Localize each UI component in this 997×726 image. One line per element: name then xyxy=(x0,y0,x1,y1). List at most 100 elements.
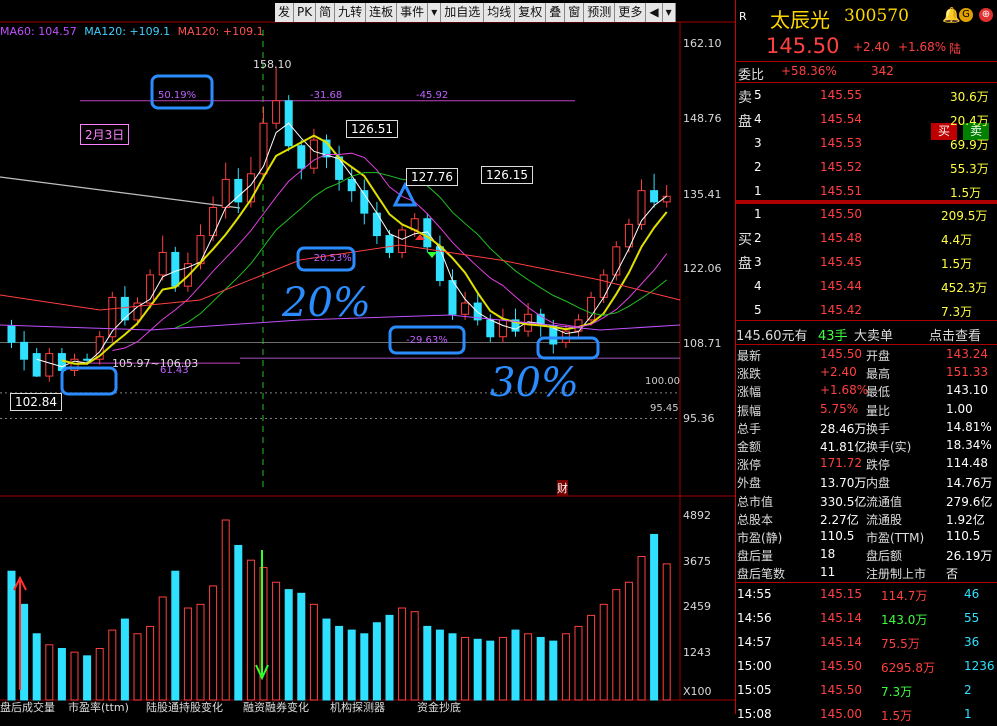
toolbar-item[interactable]: 简 xyxy=(316,3,336,22)
volume-bar xyxy=(372,622,381,701)
toolbar-item[interactable]: PK xyxy=(294,3,317,22)
chart-bg xyxy=(0,0,735,714)
toolbar-item[interactable]: 复权 xyxy=(515,3,547,22)
candle-body xyxy=(448,280,457,315)
stat-label: 盘后笔数 xyxy=(737,567,786,582)
volume-bar xyxy=(347,629,356,701)
big-order-price: 145.60元有 xyxy=(736,329,808,344)
volume-bar xyxy=(183,607,192,701)
volume-bar xyxy=(448,633,457,701)
volume-bar xyxy=(322,618,331,701)
weibi-row: 委比 +58.36% 342 买 卖 xyxy=(736,61,997,140)
bottom-tab[interactable]: 机构探测器 xyxy=(330,702,385,714)
bottom-tab[interactable]: 盘后成交量 xyxy=(0,702,55,714)
handwritten-20pct: 20% xyxy=(282,280,371,326)
stat-value: 110.5 xyxy=(946,529,981,543)
price-axis-label: 162.10 xyxy=(683,37,722,50)
volume-bar xyxy=(272,581,281,701)
stat-value: 18.34% xyxy=(946,438,992,452)
ma60-value: MA60: 104.57 xyxy=(0,25,77,38)
volume-bar xyxy=(385,614,394,701)
price-annotation: 102.84 xyxy=(10,393,62,411)
toolbar-item[interactable]: 发 xyxy=(275,3,295,22)
volume-bar xyxy=(20,603,29,701)
quote-panel: R 太辰光 300570 🔔 G ⊕ 145.50 +2.40 +1.68% 陆… xyxy=(735,0,997,723)
stat-value: 110.5 xyxy=(820,529,855,543)
toolbar-item[interactable]: 九转 xyxy=(335,3,367,22)
quote-row: 盘后笔数 11 注册制上市 否 xyxy=(736,561,997,584)
bid-volume: 452.3万 xyxy=(941,281,988,295)
volume-bar xyxy=(95,647,104,701)
toolbar-item[interactable]: 均线 xyxy=(484,3,516,22)
tick-volume: 1.5万 xyxy=(881,709,913,723)
toolbar-item[interactable]: 连板 xyxy=(366,3,398,22)
chart-toolbar: 发 PK 简 九转 连板 事件 ▾ 加自选 均线 复权 叠 窗 预测 更多 ◀ … xyxy=(275,3,676,22)
bid-level: 3 xyxy=(754,255,762,269)
candle-body xyxy=(209,207,218,237)
big-order-label: 大卖单 xyxy=(854,329,894,344)
quote-row: 1 145.50 209.5万 xyxy=(736,203,997,226)
ask-volume: 20.4万 xyxy=(950,114,989,128)
price-axis-label: 135.41 xyxy=(683,188,722,201)
volume-bar xyxy=(7,570,16,701)
volume-bar xyxy=(549,640,558,701)
tick-volume: 7.3万 xyxy=(881,685,913,699)
volume-axis-label: 3675 xyxy=(683,555,711,568)
bell-icon[interactable]: 🔔 xyxy=(942,6,961,24)
volume-bar xyxy=(209,585,218,701)
quote-row: 15:08 145.00 1.5万 1 xyxy=(736,703,997,726)
toolbar-item[interactable]: 更多 xyxy=(615,3,647,22)
volume-bar xyxy=(146,625,155,701)
volume-axis-label: 1243 xyxy=(683,646,711,659)
pct-label: -29.63% xyxy=(406,335,448,346)
ask-price: 145.52 xyxy=(820,160,862,174)
bid-price: 145.44 xyxy=(820,279,862,293)
toolbar-item[interactable]: 预测 xyxy=(584,3,616,22)
volume-bar xyxy=(637,556,646,701)
quote-row: 14:57 145.14 75.5万 36 xyxy=(736,631,997,654)
bottom-tab[interactable]: 市盈率(ttm) xyxy=(68,702,129,714)
big-order-link[interactable]: 点击查看 xyxy=(929,325,981,344)
info-icon[interactable]: ⊕ xyxy=(979,8,993,22)
stat-value: 145.50 xyxy=(820,347,862,361)
toolbar-item[interactable]: ▾ xyxy=(428,3,442,22)
toolbar-item[interactable]: 事件 xyxy=(397,3,429,22)
toolbar-item[interactable]: 加自选 xyxy=(441,3,485,22)
bottom-tab[interactable]: 陆股通持股变化 xyxy=(146,702,223,714)
stat-value: 否 xyxy=(946,567,959,582)
ask-level: 1 xyxy=(754,184,762,198)
settings-icon[interactable]: G xyxy=(959,8,973,22)
stat-value: 5.75% xyxy=(820,401,859,416)
pct-label: 50.19% xyxy=(158,90,197,101)
finance-marker[interactable]: 财 xyxy=(557,480,568,496)
ask-volume: 30.6万 xyxy=(950,90,989,104)
volume-bar xyxy=(246,559,255,701)
candle-body xyxy=(32,353,41,377)
toolbar-item[interactable]: 窗 xyxy=(565,3,585,22)
volume-bar xyxy=(360,633,369,701)
quote-row: 2 145.48 4.4万 xyxy=(736,227,997,250)
volume-bar xyxy=(196,603,205,701)
price-summary: 145.50 +2.40 +1.68% 陆 xyxy=(736,34,997,61)
volume-bar xyxy=(70,651,79,701)
hk-connect-tag: 陆 xyxy=(949,42,962,56)
pct-label: -45.92 xyxy=(416,90,449,101)
stat-value: 143.10 xyxy=(946,383,988,398)
ask-volume: 69.9万 xyxy=(950,138,989,152)
kline-chart-panel[interactable]: 发 PK 简 九转 连板 事件 ▾ 加自选 均线 复权 叠 窗 预测 更多 ◀ … xyxy=(0,0,735,714)
bid-level: 5 xyxy=(754,303,762,317)
stat-value: 1.00 xyxy=(946,401,973,416)
volume-bar xyxy=(297,592,306,701)
kline-svg[interactable] xyxy=(0,0,735,714)
toolbar-item[interactable]: ◀ xyxy=(646,3,663,22)
toolbar-item[interactable]: 叠 xyxy=(546,3,566,22)
stat-label: 注册制上市 xyxy=(866,567,927,582)
tick-time: 14:56 xyxy=(737,611,772,625)
bottom-tab[interactable]: 融资融券变化 xyxy=(243,702,309,714)
tick-time: 15:05 xyxy=(737,683,772,697)
bottom-tab[interactable]: 资金抄底 xyxy=(417,702,461,714)
candle-body xyxy=(398,229,407,253)
toolbar-item[interactable]: ▾ xyxy=(662,3,676,22)
tick-count: 1 xyxy=(964,707,972,721)
volume-bar xyxy=(108,629,117,701)
